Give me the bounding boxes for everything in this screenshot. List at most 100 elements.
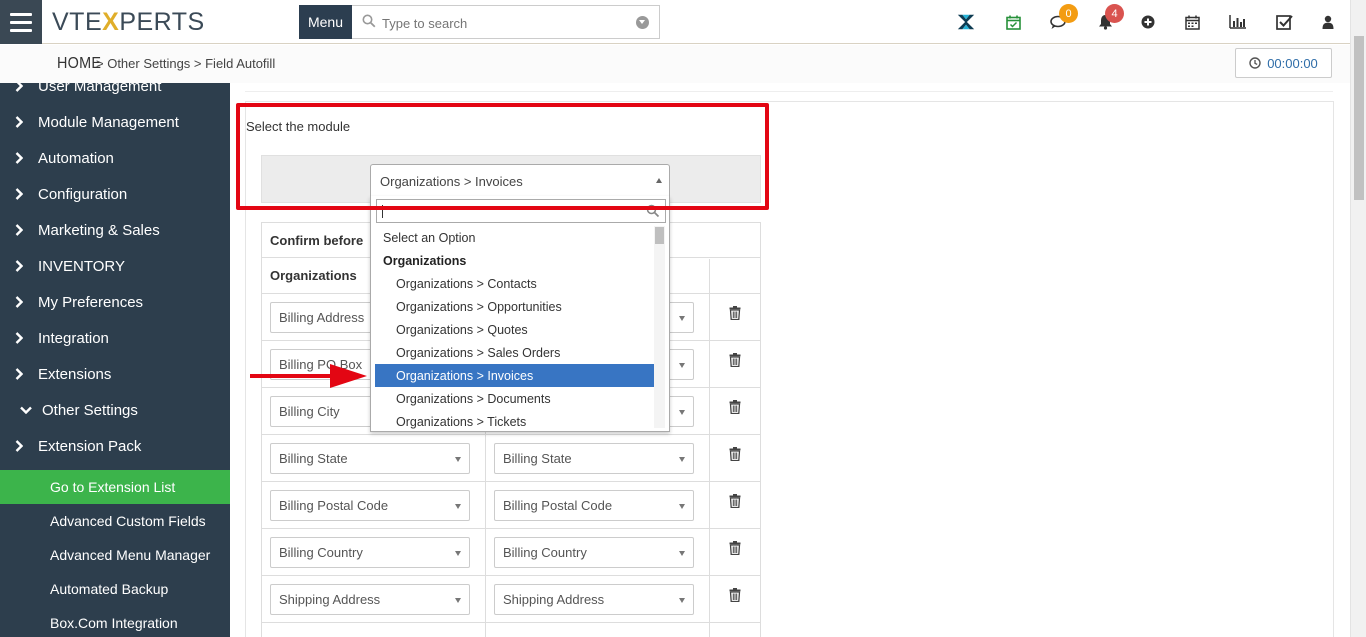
chevron-right-icon: [0, 368, 38, 380]
chat-badge: 0: [1059, 4, 1078, 23]
search-input[interactable]: [382, 12, 622, 34]
source-field-select[interactable]: Shipping Address: [270, 584, 470, 615]
sidebar-subitem-automated-backup[interactable]: Automated Backup: [0, 572, 230, 606]
calendar-icon[interactable]: [1182, 12, 1202, 32]
sidebar-subitem-box-com-integration[interactable]: Box.Com Integration: [0, 606, 230, 637]
reports-chart-icon[interactable]: [1227, 12, 1247, 32]
caret-down-icon: [455, 457, 461, 462]
dropdown-scrollbar-thumb[interactable]: [655, 227, 664, 244]
sidebar-item-label: Extension Pack: [38, 437, 142, 455]
trash-icon[interactable]: [729, 306, 741, 320]
dropdown-options: Select an Option Organizations Organizatio…: [375, 226, 655, 431]
target-field-select[interactable]: Billing Country: [494, 537, 694, 568]
add-icon[interactable]: [1138, 12, 1158, 32]
tasks-check-icon[interactable]: [1274, 12, 1294, 32]
user-profile-icon[interactable]: [1318, 12, 1338, 32]
target-field-select[interactable]: Billing State: [494, 443, 694, 474]
timer-value: 00:00:00: [1267, 55, 1318, 71]
dropdown-option[interactable]: Organizations > Sales Orders: [375, 341, 655, 364]
source-field-select[interactable]: Billing Country: [270, 537, 470, 568]
calendar-check-icon[interactable]: [1003, 12, 1023, 32]
menu-button[interactable]: Menu: [299, 5, 352, 39]
caret-down-icon: [679, 457, 685, 462]
trash-icon[interactable]: [729, 494, 741, 508]
hamburger-menu-icon[interactable]: [0, 0, 42, 44]
chevron-right-icon: [0, 332, 38, 344]
chevron-right-icon: [0, 83, 38, 92]
search-dropdown-icon[interactable]: [636, 16, 649, 29]
trash-icon[interactable]: [729, 588, 741, 602]
source-field-select-value: Billing Postal Code: [279, 498, 389, 513]
trash-icon[interactable]: [729, 541, 741, 555]
vtexperts-x-icon[interactable]: [956, 12, 976, 32]
caret-down-icon: [679, 551, 685, 556]
dropdown-option[interactable]: Organizations > Tickets: [375, 410, 655, 431]
dropdown-option[interactable]: Organizations > Opportunities: [375, 295, 655, 318]
sidebar-item-label: My Preferences: [38, 293, 144, 311]
sidebar-subitem-advanced-menu-manager[interactable]: Advanced Menu Manager: [0, 538, 230, 572]
sidebar-item-label: Extensions: [38, 365, 112, 383]
source-field-select[interactable]: Billing State: [270, 443, 470, 474]
clock-icon: [1249, 57, 1261, 69]
sidebar-item-extension-pack[interactable]: Extension Pack: [0, 428, 230, 464]
table-row: Billing Country Billing Country: [262, 529, 760, 576]
dropdown-option[interactable]: Select an Option: [375, 226, 655, 249]
sidebar-subitem-advanced-custom-fields[interactable]: Advanced Custom Fields: [0, 504, 230, 538]
chat-icon[interactable]: 0: [1049, 4, 1078, 32]
dropdown-option[interactable]: Organizations > Quotes: [375, 318, 655, 341]
sidebar-item-marketing-sales[interactable]: Marketing & Sales: [0, 212, 230, 248]
target-field-select-value: Billing Country: [503, 545, 587, 560]
sidebar-subitem-go-to-extension-list[interactable]: Go to Extension List: [0, 470, 230, 504]
sidebar-item-my-preferences[interactable]: My Preferences: [0, 284, 230, 320]
trash-icon[interactable]: [729, 353, 741, 367]
caret-down-icon: [679, 598, 685, 603]
breadcrumb-home[interactable]: HOME: [57, 55, 101, 73]
dropdown-option[interactable]: Organizations > Invoices: [375, 364, 655, 387]
target-field-select[interactable]: Shipping Address: [494, 584, 694, 615]
dropdown-option[interactable]: Organizations > Documents: [375, 387, 655, 410]
sidebar-item-label: Module Management: [38, 113, 179, 131]
annotation-arrow-icon: [250, 364, 367, 388]
sidebar-item-other-settings[interactable]: Other Settings: [0, 392, 230, 428]
table-row: Shipping Address Shipping Address: [262, 576, 760, 623]
breadcrumb-path[interactable]: > Other Settings > Field Autofill: [96, 56, 275, 71]
dropdown-option[interactable]: Organizations > Contacts: [375, 272, 655, 295]
page-scrollbar-thumb[interactable]: [1354, 36, 1364, 200]
sidebar-item-label: Other Settings: [42, 401, 138, 419]
sidebar: User Management Module Management Automat…: [0, 83, 230, 637]
global-search[interactable]: [352, 5, 660, 39]
source-field-select-value: Billing Address: [279, 310, 365, 325]
page-scrollbar[interactable]: [1350, 0, 1366, 637]
sidebar-item-label: Integration: [38, 329, 109, 347]
target-field-select-value: Billing State: [503, 451, 572, 466]
caret-down-icon: [679, 504, 685, 509]
source-field-select-value: Billing Country: [279, 545, 363, 560]
sidebar-item-module-management[interactable]: Module Management: [0, 104, 230, 140]
target-field-select[interactable]: Billing Postal Code: [494, 490, 694, 521]
sidebar-item-automation[interactable]: Automation: [0, 140, 230, 176]
caret-down-icon: [679, 316, 685, 321]
sidebar-item-configuration[interactable]: Configuration: [0, 176, 230, 212]
table-row: Billing State Billing State: [262, 435, 760, 482]
bell-icon[interactable]: 4: [1095, 4, 1124, 32]
sidebar-item-user-management[interactable]: User Management: [0, 83, 230, 104]
caret-down-icon: [455, 551, 461, 556]
trash-icon[interactable]: [729, 447, 741, 461]
sidebar-item-inventory[interactable]: INVENTORY: [0, 248, 230, 284]
breadcrumb: HOME > Other Settings > Field Autofill: [0, 45, 1350, 83]
trash-icon[interactable]: [729, 400, 741, 414]
source-field-select[interactable]: Billing Postal Code: [270, 490, 470, 521]
app-logo[interactable]: VTEXPERTS: [52, 8, 205, 37]
caret-down-icon: [679, 410, 685, 415]
sidebar-item-integration[interactable]: Integration: [0, 320, 230, 356]
source-field-select-value: Billing State: [279, 451, 348, 466]
dropdown-scrollbar[interactable]: [654, 226, 665, 428]
chevron-right-icon: [0, 440, 38, 452]
source-field-select-value: Billing City: [279, 404, 340, 419]
chevron-right-icon: [0, 224, 38, 236]
sidebar-item-extensions[interactable]: Extensions: [0, 356, 230, 392]
chevron-right-icon: [0, 152, 38, 164]
chevron-right-icon: [0, 296, 38, 308]
sidebar-item-label: User Management: [38, 83, 162, 95]
timer-button[interactable]: 00:00:00: [1235, 48, 1332, 78]
